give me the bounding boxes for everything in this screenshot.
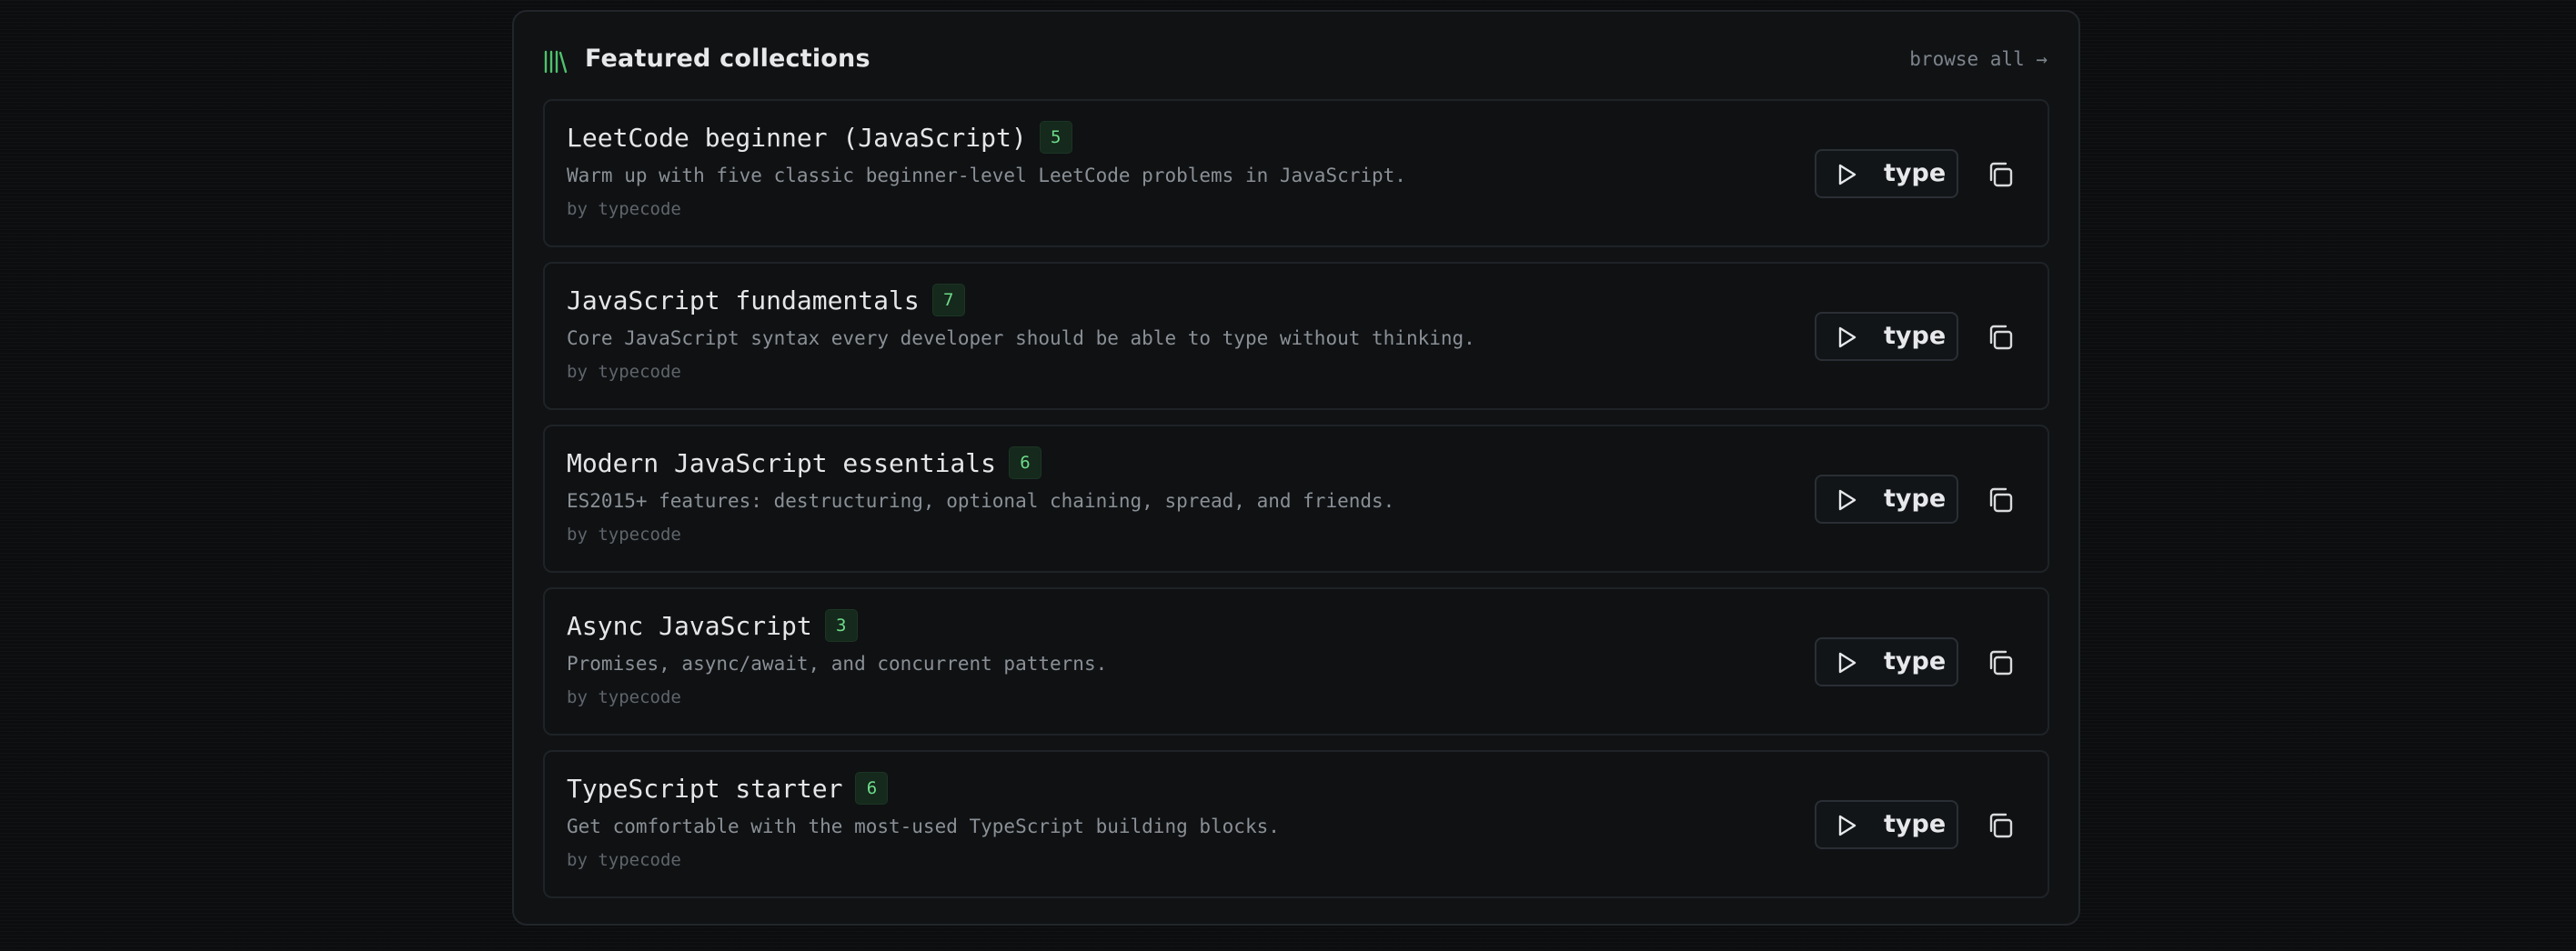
item-count-badge: 7 (931, 284, 965, 316)
collection-author: by typecode (567, 850, 681, 870)
panel-header: Featured collections browse all → (543, 45, 2049, 95)
copy-icon[interactable] (1986, 323, 2015, 352)
collection-card[interactable]: TypeScript starter 6 Get comfortable wit… (543, 750, 2049, 898)
type-button[interactable]: type (1815, 149, 1958, 198)
collection-title-row: TypeScript starter 6 (567, 772, 889, 805)
item-count-badge: 6 (855, 772, 889, 805)
collection-title[interactable]: LeetCode beginner (JavaScript) (567, 123, 1027, 153)
featured-collections-panel: Featured collections browse all → LeetCo… (512, 10, 2080, 926)
type-button[interactable]: type (1815, 800, 1958, 849)
collection-title[interactable]: TypeScript starter (567, 774, 842, 804)
type-button[interactable]: type (1815, 312, 1958, 361)
collection-list: LeetCode beginner (JavaScript) 5 Warm up… (543, 99, 2049, 913)
collection-title-row: JavaScript fundamentals 7 (567, 284, 965, 316)
collection-title-row: Modern JavaScript essentials 6 (567, 446, 1042, 479)
browse-all-link[interactable]: browse all → (1909, 48, 2048, 70)
collection-description: ES2015+ features: destructuring, optiona… (567, 490, 1395, 512)
copy-icon[interactable] (1986, 160, 2015, 189)
collection-title[interactable]: JavaScript fundamentals (567, 285, 920, 315)
collection-description: Warm up with five classic beginner-level… (567, 165, 1406, 186)
item-count-badge: 5 (1039, 121, 1072, 154)
collection-description: Promises, async/await, and concurrent pa… (567, 653, 1108, 675)
item-count-badge: 3 (824, 609, 858, 642)
type-button-label: type (1884, 322, 1947, 350)
copy-icon[interactable] (1986, 811, 2015, 840)
collection-title-row: LeetCode beginner (JavaScript) 5 (567, 121, 1072, 154)
collection-title[interactable]: Modern JavaScript essentials (567, 448, 996, 478)
collection-card[interactable]: LeetCode beginner (JavaScript) 5 Warm up… (543, 99, 2049, 247)
library-icon (543, 50, 569, 74)
collection-card[interactable]: Modern JavaScript essentials 6 ES2015+ f… (543, 425, 2049, 573)
collection-description: Get comfortable with the most-used TypeS… (567, 816, 1280, 837)
type-button-label: type (1884, 647, 1947, 676)
collection-author: by typecode (567, 362, 681, 382)
play-icon (1835, 325, 1858, 349)
type-button-label: type (1884, 485, 1947, 513)
type-button-label: type (1884, 159, 1947, 187)
collection-title-row: Async JavaScript 3 (567, 609, 858, 642)
play-icon (1835, 814, 1858, 837)
item-count-badge: 6 (1009, 446, 1042, 479)
type-button[interactable]: type (1815, 637, 1958, 686)
collection-author: by typecode (567, 687, 681, 707)
collection-card[interactable]: JavaScript fundamentals 7 Core JavaScrip… (543, 262, 2049, 410)
panel-title: Featured collections (585, 45, 870, 73)
copy-icon[interactable] (1986, 648, 2015, 677)
collection-author: by typecode (567, 525, 681, 545)
collection-title[interactable]: Async JavaScript (567, 611, 812, 641)
collection-author: by typecode (567, 199, 681, 219)
collection-description: Core JavaScript syntax every developer s… (567, 327, 1475, 349)
type-button[interactable]: type (1815, 475, 1958, 524)
play-icon (1835, 651, 1858, 675)
copy-icon[interactable] (1986, 486, 2015, 515)
play-icon (1835, 488, 1858, 512)
collection-card[interactable]: Async JavaScript 3 Promises, async/await… (543, 587, 2049, 736)
play-icon (1835, 163, 1858, 186)
type-button-label: type (1884, 810, 1947, 838)
